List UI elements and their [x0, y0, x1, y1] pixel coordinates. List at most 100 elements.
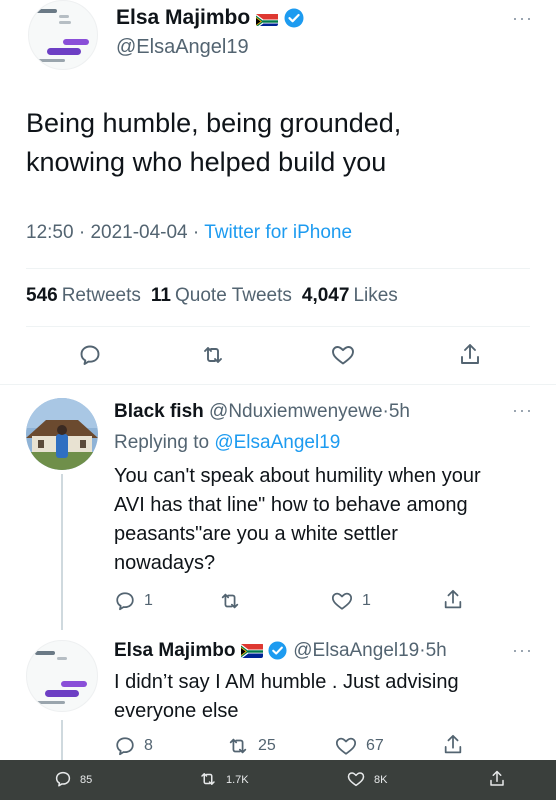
reply-icon [78, 343, 102, 367]
more-icon[interactable]: ··· [512, 640, 533, 661]
south-africa-flag-icon [256, 11, 279, 26]
author-name[interactable]: Elsa Majimbo [116, 6, 250, 30]
reply-author-handle[interactable]: @Nduxiemwenyewe [209, 401, 382, 422]
avatar-art [63, 39, 89, 45]
retweet-count: 25 [258, 737, 276, 754]
retweets-count: 546 [26, 285, 58, 306]
avatar-art [35, 59, 65, 62]
quotes-count: 11 [150, 285, 171, 306]
likes-label: Likes [353, 285, 398, 306]
thread-connector [61, 720, 63, 760]
reply-text-line: AVI has that line" how to behave among [114, 494, 468, 516]
reply-icon [54, 770, 72, 791]
reply-button[interactable] [78, 343, 102, 367]
retweet-icon [198, 770, 218, 791]
reply-button[interactable]: 1 [114, 590, 153, 612]
bottom-action-bar: 85 1.7K 8K [0, 760, 556, 800]
reply-text-line: peasants"are you a white settler [114, 523, 398, 545]
reply-author-avatar[interactable] [26, 640, 98, 712]
verified-icon [268, 641, 288, 661]
avatar-art [47, 48, 81, 55]
share-icon [488, 769, 506, 792]
bottom-reply-button[interactable]: 85 [54, 760, 92, 800]
likes-count: 4,047 [301, 285, 350, 306]
tweet-date[interactable]: 2021-04-04 [90, 222, 187, 243]
verified-icon [284, 8, 304, 28]
bottom-share-button[interactable] [488, 760, 506, 800]
tweet-text-line: knowing who helped build you [26, 147, 387, 177]
share-button[interactable] [442, 588, 464, 612]
avatar-art [59, 15, 69, 18]
retweet-button[interactable]: 25 [226, 735, 276, 757]
tweet-stats: 546 Retweets 11 Quote Tweets 4,047 Likes [26, 285, 398, 307]
south-africa-flag-icon [240, 643, 263, 659]
retweet-button[interactable] [200, 343, 226, 367]
reply-icon [114, 590, 136, 612]
divider [26, 326, 530, 327]
bottom-like-button[interactable]: 8K [346, 760, 387, 800]
retweet-button[interactable] [218, 590, 242, 612]
reply-author-name[interactable]: Elsa Majimbo [114, 640, 235, 661]
avatar-art [45, 690, 79, 697]
reply-button[interactable]: 8 [114, 735, 153, 757]
like-icon [330, 343, 356, 367]
bottom-reply-count: 85 [80, 774, 93, 786]
tweet-source[interactable]: Twitter for iPhone [204, 222, 352, 243]
reply-text: I didn’t say I AM humble . Just advising… [114, 668, 534, 726]
thread-connector [61, 474, 63, 630]
avatar-art [35, 651, 55, 655]
reply-author-handle[interactable]: @ElsaAngel19 [293, 640, 419, 661]
like-button[interactable] [330, 343, 356, 367]
reply-count: 1 [144, 592, 153, 609]
avatar-art [35, 701, 65, 704]
meta-separator: · [192, 222, 200, 243]
like-icon [334, 735, 358, 757]
retweet-icon [218, 590, 242, 612]
likes-stat[interactable]: 4,047 Likes [302, 285, 398, 307]
reply-time[interactable]: 5h [389, 401, 410, 422]
like-button[interactable]: 1 [330, 590, 371, 612]
reply-time[interactable]: 5h [426, 640, 447, 661]
replying-to: Replying to @ElsaAngel19 [114, 432, 340, 454]
replying-label: Replying to [114, 432, 210, 453]
tweet-text-line: Being humble, being grounded, [26, 108, 402, 138]
retweets-label: Retweets [61, 285, 141, 306]
share-icon [458, 342, 482, 368]
reply-header: Elsa Majimbo @ElsaAngel19·5h [114, 640, 447, 662]
replying-handle[interactable]: @ElsaAngel19 [214, 432, 340, 453]
share-button[interactable] [442, 733, 464, 757]
avatar-art [35, 9, 57, 13]
bottom-like-count: 8K [374, 774, 388, 786]
reply-count: 8 [144, 737, 153, 754]
quotes-label: Quote Tweets [175, 285, 292, 306]
author-name-row[interactable]: Elsa Majimbo [116, 6, 304, 30]
like-icon [346, 770, 366, 791]
reply-icon [114, 735, 136, 757]
reply-text-line: nowadays? [114, 552, 216, 574]
retweets-stat[interactable]: 546 Retweets [26, 285, 141, 307]
reply-text-line: You can't speak about humility when your [114, 465, 481, 487]
reply-author-name[interactable]: Black fish [114, 401, 204, 422]
reply-text: You can't speak about humility when your… [114, 462, 534, 578]
bottom-retweet-button[interactable]: 1.7K [198, 760, 249, 800]
tweet-time[interactable]: 12:50 [26, 222, 74, 243]
author-handle[interactable]: @ElsaAngel19 [116, 36, 249, 59]
share-icon [442, 733, 464, 757]
tweet-meta: 12:50 · 2021-04-04 · Twitter for iPhone [26, 222, 352, 244]
quotes-stat[interactable]: 11 Quote Tweets [151, 285, 292, 307]
avatar-art [59, 21, 71, 24]
more-icon[interactable]: ··· [512, 8, 533, 29]
like-button[interactable]: 67 [334, 735, 384, 757]
reply-author-avatar[interactable] [26, 398, 98, 470]
divider [0, 384, 556, 385]
like-count: 1 [362, 592, 371, 609]
reply-header: Black fish @Nduxiemwenyewe·5h [114, 401, 410, 423]
author-avatar[interactable] [28, 0, 98, 70]
more-icon[interactable]: ··· [512, 400, 533, 421]
share-button[interactable] [458, 342, 482, 368]
retweet-icon [200, 343, 226, 367]
like-icon [330, 590, 354, 612]
retweet-icon [226, 735, 250, 757]
divider [26, 268, 530, 269]
avatar-art [61, 681, 87, 687]
